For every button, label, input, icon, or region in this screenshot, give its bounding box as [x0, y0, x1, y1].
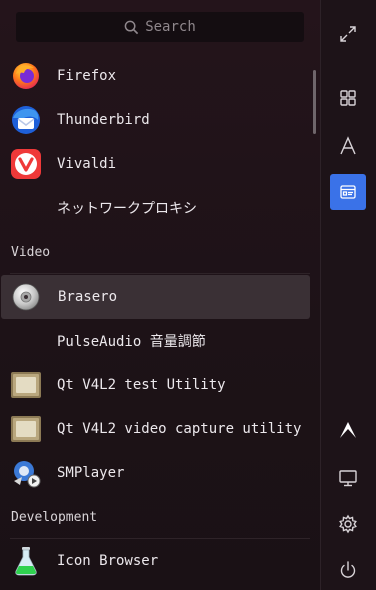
app-label: Firefox [57, 68, 117, 84]
view-grid-button[interactable] [330, 80, 366, 116]
search-icon [124, 20, 139, 34]
firefox-icon [13, 63, 39, 89]
settings-icon [339, 514, 357, 534]
display-button[interactable] [330, 460, 366, 496]
app-brasero[interactable]: Brasero [1, 275, 310, 319]
settings-button[interactable] [330, 506, 366, 542]
section-label: Development [11, 509, 98, 525]
search-placeholder: Search [145, 19, 196, 35]
app-label: Brasero [58, 289, 118, 305]
qt-v4l2-icon [11, 416, 41, 442]
power-button[interactable] [330, 552, 366, 588]
app-thunderbird[interactable]: Thunderbird [0, 98, 310, 142]
app-label: Qt V4L2 test Utility [57, 377, 226, 393]
categories-icon [340, 185, 356, 199]
app-firefox[interactable]: Firefox [0, 54, 310, 98]
app-label: Qt V4L2 video capture utility [57, 421, 302, 437]
arch-logo-button[interactable] [330, 412, 366, 448]
grid-icon [340, 90, 356, 106]
app-label: Thunderbird [57, 112, 150, 128]
section-development: Development [0, 495, 320, 539]
app-qt-v4l2-capture[interactable]: Qt V4L2 video capture utility [0, 407, 310, 451]
flask-icon [15, 547, 37, 576]
expand-button[interactable] [330, 16, 366, 52]
app-smplayer[interactable]: SMPlayer [0, 451, 310, 495]
section-video: Video [0, 230, 320, 274]
view-alphabetical-button[interactable] [330, 128, 366, 164]
app-icon-browser[interactable]: Icon Browser [0, 539, 310, 583]
smplayer-icon [14, 461, 41, 488]
monitor-icon [339, 470, 357, 487]
app-label: Vivaldi [57, 156, 117, 172]
app-network-proxy[interactable]: ネットワークプロキシ [0, 186, 310, 230]
app-pulseaudio[interactable]: PulseAudio 音量調節 [0, 319, 310, 363]
expand-icon [340, 26, 356, 42]
side-rail [320, 0, 376, 590]
app-label: Icon Browser [57, 553, 159, 569]
section-label: Video [11, 244, 51, 260]
app-label: ネットワークプロキシ [57, 201, 197, 217]
app-vivaldi[interactable]: Vivaldi [0, 142, 310, 186]
search-field[interactable]: Search [16, 12, 304, 42]
vivaldi-icon [11, 149, 41, 179]
scrollbar[interactable] [313, 70, 316, 134]
view-categories-button[interactable] [330, 174, 366, 210]
arch-logo-icon [340, 422, 356, 438]
alphabet-icon [340, 136, 356, 155]
brasero-icon [12, 283, 40, 311]
app-qt-v4l2-test[interactable]: Qt V4L2 test Utility [0, 363, 310, 407]
app-list: Firefox Thunderbird Vivaldi ネットワークプロキシ V… [0, 54, 320, 583]
menu-panel: Search Firefox Thunderbird Vivaldi ネットワー… [0, 0, 320, 590]
app-label: SMPlayer [57, 465, 125, 481]
thunderbird-icon [12, 106, 40, 134]
qt-v4l2-icon [11, 372, 41, 398]
power-icon [340, 561, 356, 578]
app-label: PulseAudio 音量調節 [57, 334, 206, 350]
